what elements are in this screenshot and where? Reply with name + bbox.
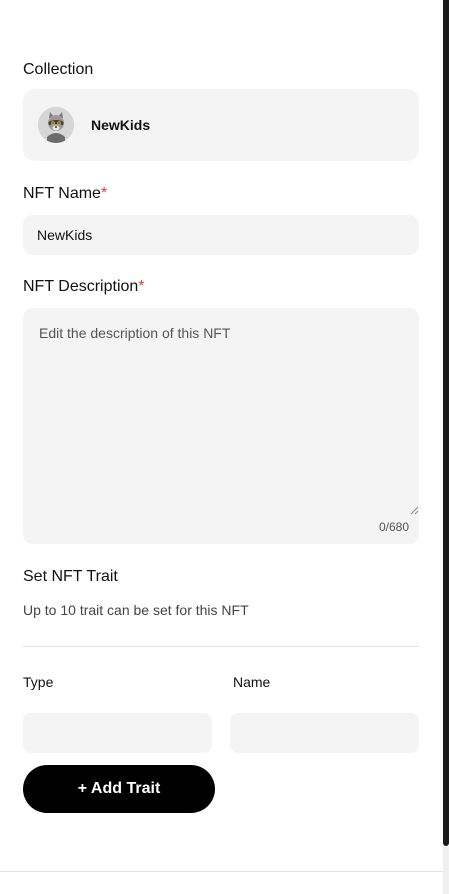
- nft-description-label: NFT Description*: [23, 277, 145, 297]
- collection-avatar: [38, 107, 74, 143]
- set-trait-title: Set NFT Trait: [23, 568, 118, 585]
- scrollbar-track[interactable]: [443, 846, 449, 894]
- nft-name-input[interactable]: [23, 215, 419, 255]
- trait-type-label: Type: [23, 674, 54, 690]
- trait-name-label: Name: [233, 674, 271, 690]
- nft-edit-form: Collection NewKids NFT Name* NFT Descrip…: [0, 0, 449, 894]
- scrollbar-thumb[interactable]: [443, 0, 449, 846]
- nft-description-label-text: NFT Description: [23, 278, 139, 295]
- set-trait-subtitle: Up to 10 trait can be set for this NFT: [23, 602, 249, 618]
- divider: [23, 646, 419, 647]
- nft-name-label-text: NFT Name: [23, 185, 101, 202]
- trait-type-input[interactable]: [23, 713, 212, 753]
- trait-name-input[interactable]: [230, 713, 419, 753]
- footer-divider: [0, 871, 443, 872]
- description-char-counter: 0/680: [378, 520, 409, 534]
- collection-name: NewKids: [91, 117, 151, 133]
- required-mark: *: [138, 278, 145, 295]
- add-trait-button[interactable]: + Add Trait: [23, 765, 215, 813]
- nft-description-input[interactable]: [23, 308, 419, 544]
- raccoon-avatar-icon: [38, 107, 74, 143]
- collection-label: Collection: [23, 61, 94, 78]
- collection-selector[interactable]: NewKids: [23, 89, 419, 161]
- resize-grip-icon[interactable]: [409, 505, 419, 515]
- nft-name-label: NFT Name*: [23, 184, 107, 204]
- required-mark: *: [100, 185, 108, 202]
